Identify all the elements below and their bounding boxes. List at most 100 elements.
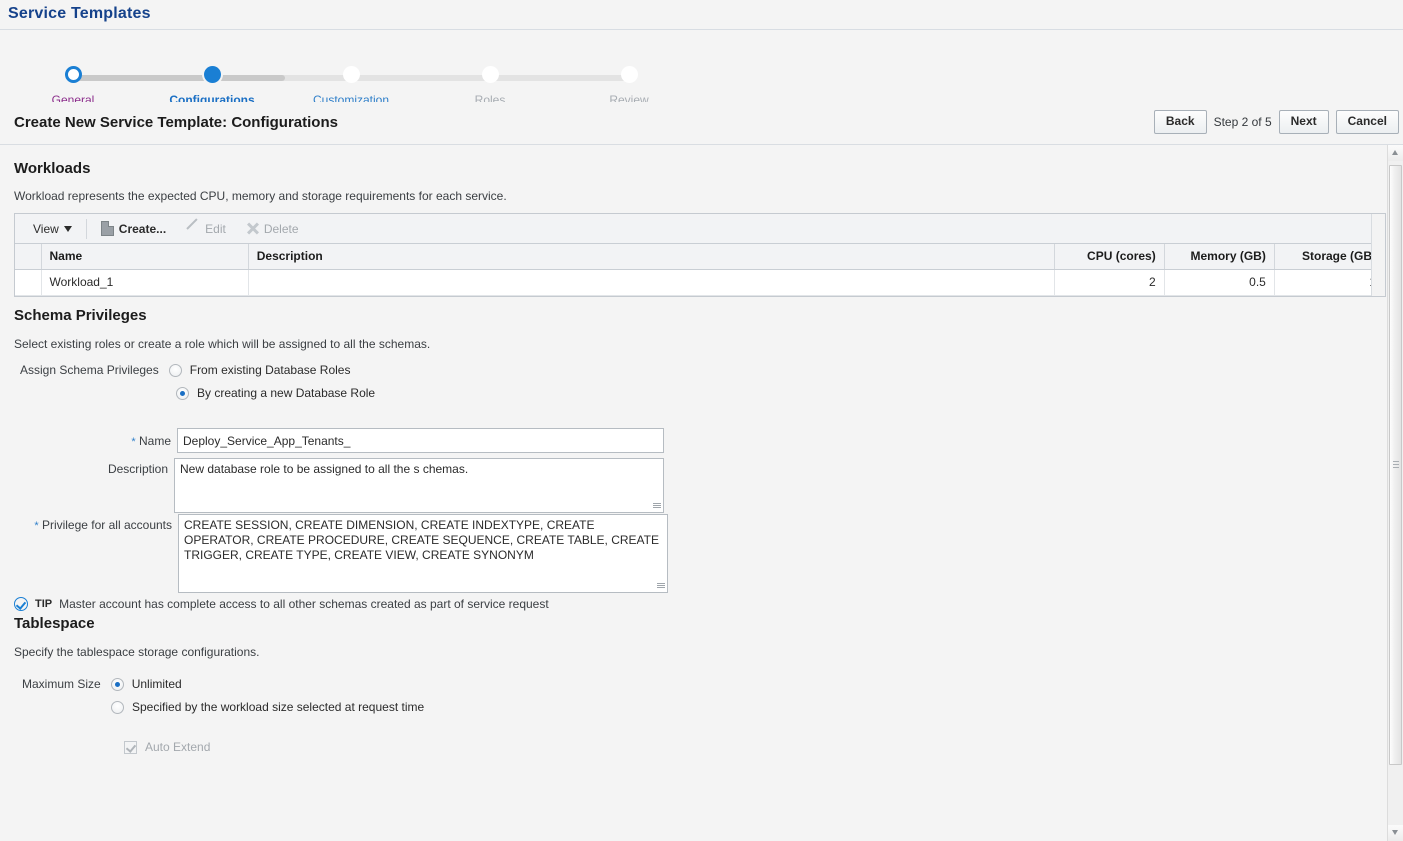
scrollbar-thumb[interactable] — [1389, 165, 1402, 765]
assign-privileges-label: Assign Schema Privileges — [20, 363, 159, 377]
role-description-wrap: New database role to be assigned to all … — [174, 458, 664, 516]
chevron-down-icon — [63, 225, 72, 232]
privilege-wrap: CREATE SESSION, CREATE DIMENSION, CREATE… — [178, 514, 668, 596]
scroll-up-arrow[interactable] — [1388, 145, 1403, 161]
workloads-description: Workload represents the expected CPU, me… — [14, 189, 507, 203]
max-size-label: Maximum Size — [22, 677, 101, 691]
schema-privileges-description: Select existing roles or create a role w… — [14, 337, 431, 351]
cell-memory: 0.5 — [1164, 269, 1275, 296]
role-description-label: Description — [107, 462, 168, 476]
workloads-title: Workloads — [14, 160, 91, 177]
auto-extend-row: Auto Extend — [124, 740, 210, 754]
column-header-storage[interactable]: Storage (GB) — [1274, 244, 1386, 270]
cell-storage: 1 — [1274, 269, 1386, 296]
radio-create-new-role[interactable] — [176, 386, 189, 400]
page-heading: Create New Service Template: Configurati… — [14, 114, 338, 131]
tablespace-title: Tablespace — [14, 615, 95, 632]
tip-text: Master account has complete access to al… — [59, 597, 549, 611]
train-step-customization[interactable]: Customization — [291, 66, 411, 107]
train-step-general[interactable]: General — [13, 66, 133, 107]
role-name-label-text: Name — [138, 433, 171, 448]
checkbox-auto-extend-label: Auto Extend — [145, 740, 211, 754]
step-counter: Step 2 of 5 — [1213, 115, 1272, 129]
privilege-field-row: * Privilege for all accounts CREATE SESS… — [14, 514, 674, 596]
delete-workload-button: Delete — [236, 215, 309, 243]
max-size-row-unlimited: Maximum Size Unlimited — [22, 677, 182, 691]
page-title: Service Templates — [8, 5, 151, 22]
column-header-description[interactable]: Description — [248, 244, 1055, 270]
page-header-bar: Create New Service Template: Configurati… — [0, 102, 1403, 145]
table-header-row: Name Description CPU (cores) Memory (GB)… — [15, 244, 1386, 270]
row-select-header — [15, 244, 42, 270]
train-step-dot-configurations — [203, 66, 221, 83]
workloads-grid: Name Description CPU (cores) Memory (GB)… — [15, 244, 1386, 296]
role-description-textarea[interactable]: New database role to be assigned to all … — [174, 458, 664, 513]
main-content: Workloads Workload represents the expect… — [0, 145, 1387, 841]
train-step-review: Review — [569, 66, 689, 107]
toolbar-divider — [85, 218, 87, 239]
tip-row: TIP Master account has complete access t… — [14, 597, 549, 611]
next-button[interactable]: Next — [1278, 110, 1329, 134]
assign-privileges-row-new: By creating a new Database Role — [176, 386, 375, 400]
cell-cpu: 2 — [1054, 269, 1165, 296]
column-header-memory[interactable]: Memory (GB) — [1164, 244, 1275, 270]
page-root: Service Templates General Configurations… — [0, 0, 1403, 841]
role-name-input[interactable] — [177, 428, 664, 453]
schema-privileges-title: Schema Privileges — [14, 307, 147, 324]
tablespace-description: Specify the tablespace storage configura… — [14, 645, 260, 659]
workloads-table: View Create... Edit Delete Name Descript… — [14, 213, 1386, 297]
role-description-field-row: Description New database role to be assi… — [14, 458, 664, 516]
column-header-cpu[interactable]: CPU (cores) — [1054, 244, 1165, 270]
create-workload-label: Create... — [118, 221, 167, 236]
role-name-label: * Name — [14, 434, 171, 448]
row-select-cell[interactable] — [15, 269, 42, 296]
table-vertical-scrollbar[interactable] — [1371, 214, 1385, 296]
radio-create-new-role-label: By creating a new Database Role — [197, 386, 376, 400]
column-header-name[interactable]: Name — [41, 244, 249, 270]
check-circle-icon — [14, 597, 28, 611]
pencil-icon — [186, 222, 200, 236]
scrollbar-grip-icon — [1393, 461, 1399, 470]
radio-specified-by-workload[interactable] — [111, 700, 124, 714]
radio-unlimited-label: Unlimited — [131, 677, 182, 691]
table-row[interactable]: Workload_1 2 0.5 1 — [15, 269, 1386, 296]
cell-name: Workload_1 — [41, 269, 249, 296]
wizard-buttons: Back Step 2 of 5 Next Cancel — [1153, 110, 1399, 134]
cancel-button[interactable]: Cancel — [1335, 110, 1399, 134]
radio-from-existing-roles-label: From existing Database Roles — [189, 363, 351, 377]
wizard-train: General Configurations Customization Rol… — [0, 30, 1403, 107]
max-size-row-workload: Specified by the workload size selected … — [111, 700, 424, 714]
delete-workload-label: Delete — [263, 221, 299, 236]
edit-workload-button: Edit — [176, 215, 236, 243]
train-step-roles: Roles — [430, 66, 550, 107]
radio-unlimited[interactable] — [110, 677, 124, 691]
cell-description — [248, 269, 1055, 296]
close-x-icon — [246, 222, 259, 235]
create-workload-button[interactable]: Create... — [91, 215, 176, 243]
train-step-dot-general — [64, 66, 82, 83]
tip-word: TIP — [35, 598, 53, 610]
train-step-dot-review — [620, 66, 638, 83]
train-step-dot-roles — [481, 66, 499, 83]
view-menu-label: View — [33, 221, 59, 236]
edit-workload-label: Edit — [205, 221, 226, 236]
privilege-label-text: Privilege for all accounts — [41, 518, 172, 532]
required-indicator-name: * — [131, 435, 136, 448]
workloads-toolbar: View Create... Edit Delete — [15, 214, 1385, 244]
checkbox-auto-extend — [124, 740, 137, 754]
privilege-label: * Privilege for all accounts — [14, 514, 172, 532]
create-document-icon — [100, 221, 114, 236]
triangle-down-icon — [1392, 830, 1398, 835]
privilege-textarea[interactable]: CREATE SESSION, CREATE DIMENSION, CREATE… — [178, 514, 668, 593]
back-button[interactable]: Back — [1153, 110, 1207, 134]
required-indicator-privilege: * — [34, 520, 39, 532]
triangle-up-icon — [1392, 150, 1398, 155]
page-vertical-scrollbar[interactable] — [1387, 145, 1403, 841]
role-name-field-row: * Name — [14, 428, 664, 453]
radio-from-existing-roles[interactable] — [168, 363, 182, 377]
scroll-down-arrow[interactable] — [1388, 825, 1403, 841]
train-step-configurations[interactable]: Configurations — [152, 66, 272, 107]
view-menu-button[interactable]: View — [23, 215, 82, 243]
radio-specified-by-workload-label: Specified by the workload size selected … — [132, 700, 425, 714]
assign-privileges-row-existing: Assign Schema Privileges From existing D… — [20, 363, 350, 377]
